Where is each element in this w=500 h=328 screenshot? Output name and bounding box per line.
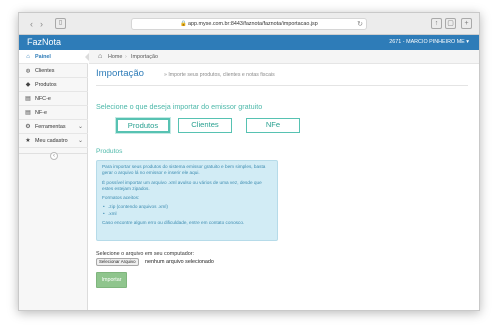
- chevron-down-icon: ⌄: [77, 138, 83, 144]
- reload-icon[interactable]: ↻: [357, 19, 363, 29]
- import-button[interactable]: Importar: [96, 272, 127, 288]
- share-icon[interactable]: ↑: [431, 18, 442, 29]
- file-status: nenhum arquivo selecionado: [145, 259, 214, 265]
- address-bar[interactable]: 🔒app.myse.com.br:8443/faznota/faznota/im…: [131, 18, 367, 30]
- document-icon: ▤: [25, 96, 31, 102]
- home-icon: ⌂: [26, 54, 30, 60]
- sidebar: ⌂ Painel ◍ Clientes ◆ Produtos ▤ NFC-e ▤…: [19, 50, 89, 310]
- new-tab-icon[interactable]: +: [461, 18, 472, 29]
- star-icon: ★: [25, 138, 31, 144]
- choice-clientes-button[interactable]: Clientes: [178, 118, 232, 133]
- choose-file-button[interactable]: Selecionar Arquivo: [96, 258, 139, 266]
- select-import-heading: Selecione o que deseja importar do emiss…: [96, 102, 263, 111]
- lock-icon: 🔒: [180, 21, 187, 27]
- info-paragraph: Caso encontre algum erro ou dificuldade,…: [102, 220, 245, 226]
- forward-icon[interactable]: ›: [37, 19, 46, 29]
- info-box: Para importar seus produtos do sistema e…: [96, 160, 278, 241]
- sidebar-item-label: Painel: [35, 54, 51, 60]
- chevron-down-icon: ⌄: [77, 124, 83, 130]
- breadcrumb-current: Importação: [131, 54, 158, 60]
- sidebar-item-label: Produtos: [35, 82, 57, 88]
- tag-icon: ◆: [25, 82, 31, 88]
- users-icon: ◍: [25, 68, 31, 74]
- brand-logo[interactable]: FazNota: [27, 37, 61, 48]
- formats-label: Formatos aceitos:: [102, 195, 140, 201]
- breadcrumb-home[interactable]: Home: [108, 50, 122, 64]
- sidebar-item-nfe[interactable]: ▤ NF-e: [19, 106, 88, 120]
- document-icon: ▤: [25, 110, 31, 116]
- sidebar-item-label: NFC-e: [35, 96, 51, 102]
- sidebar-item-meu-cadastro[interactable]: ★ Meu cadastro ⌄: [19, 134, 88, 148]
- browser-window: ‹ › ▯ 🔒app.myse.com.br:8443/faznota/fazn…: [18, 12, 480, 311]
- main-content: ⌂ Home › Importação Importação » Importe…: [89, 50, 479, 310]
- back-icon[interactable]: ‹: [27, 19, 36, 29]
- file-label: Selecione o arquivo em seu computador:: [96, 251, 194, 257]
- sidebar-item-produtos[interactable]: ◆ Produtos: [19, 78, 88, 92]
- choice-nfe-button[interactable]: NFe: [246, 118, 300, 133]
- sidebar-item-nfce[interactable]: ▤ NFC-e: [19, 92, 88, 106]
- breadcrumb-separator: ›: [125, 54, 127, 60]
- sidebar-item-clientes[interactable]: ◍ Clientes: [19, 64, 88, 78]
- page-title: Importação: [96, 68, 144, 79]
- sidebar-toggle-icon[interactable]: ▯: [55, 18, 66, 29]
- gear-icon: ⚙: [25, 124, 31, 130]
- home-icon: ⌂: [98, 53, 103, 60]
- info-paragraph: É possível importar um arquivo .xml avul…: [102, 179, 262, 191]
- choice-produtos-button[interactable]: Produtos: [116, 118, 170, 133]
- tabs-icon[interactable]: ▢: [445, 18, 456, 29]
- sidebar-item-label: Ferramentas: [35, 124, 66, 130]
- sidebar-item-ferramentas[interactable]: ⚙ Ferramentas ⌄: [19, 120, 88, 134]
- sidebar-item-label: Meu cadastro: [35, 138, 68, 144]
- section-title: Produtos: [96, 148, 123, 155]
- divider: [96, 85, 468, 86]
- info-paragraph: Para importar seus produtos do sistema e…: [102, 164, 266, 176]
- browser-toolbar: ‹ › ▯ 🔒app.myse.com.br:8443/faznota/fazn…: [19, 13, 479, 35]
- breadcrumb: ⌂ Home › Importação: [89, 50, 479, 64]
- formats-list: .zip (contendo arquivos .xml) .xml: [102, 204, 272, 217]
- app-header: FazNota 2671 - MARCIO PINHEIRO ME ▾: [19, 35, 479, 50]
- sidebar-item-label: NF-e: [35, 110, 47, 116]
- collapse-sidebar-icon[interactable]: ‹: [50, 152, 58, 160]
- page-subtitle: » Importe seus produtos, clientes e nota…: [164, 72, 275, 78]
- url-text: app.myse.com.br:8443/faznota/faznota/imp…: [187, 21, 318, 27]
- user-menu[interactable]: 2671 - MARCIO PINHEIRO ME ▾: [389, 38, 469, 47]
- sidebar-item-label: Clientes: [35, 68, 55, 74]
- sidebar-item-painel[interactable]: ⌂ Painel: [19, 50, 89, 64]
- format-item: .xml: [102, 211, 272, 218]
